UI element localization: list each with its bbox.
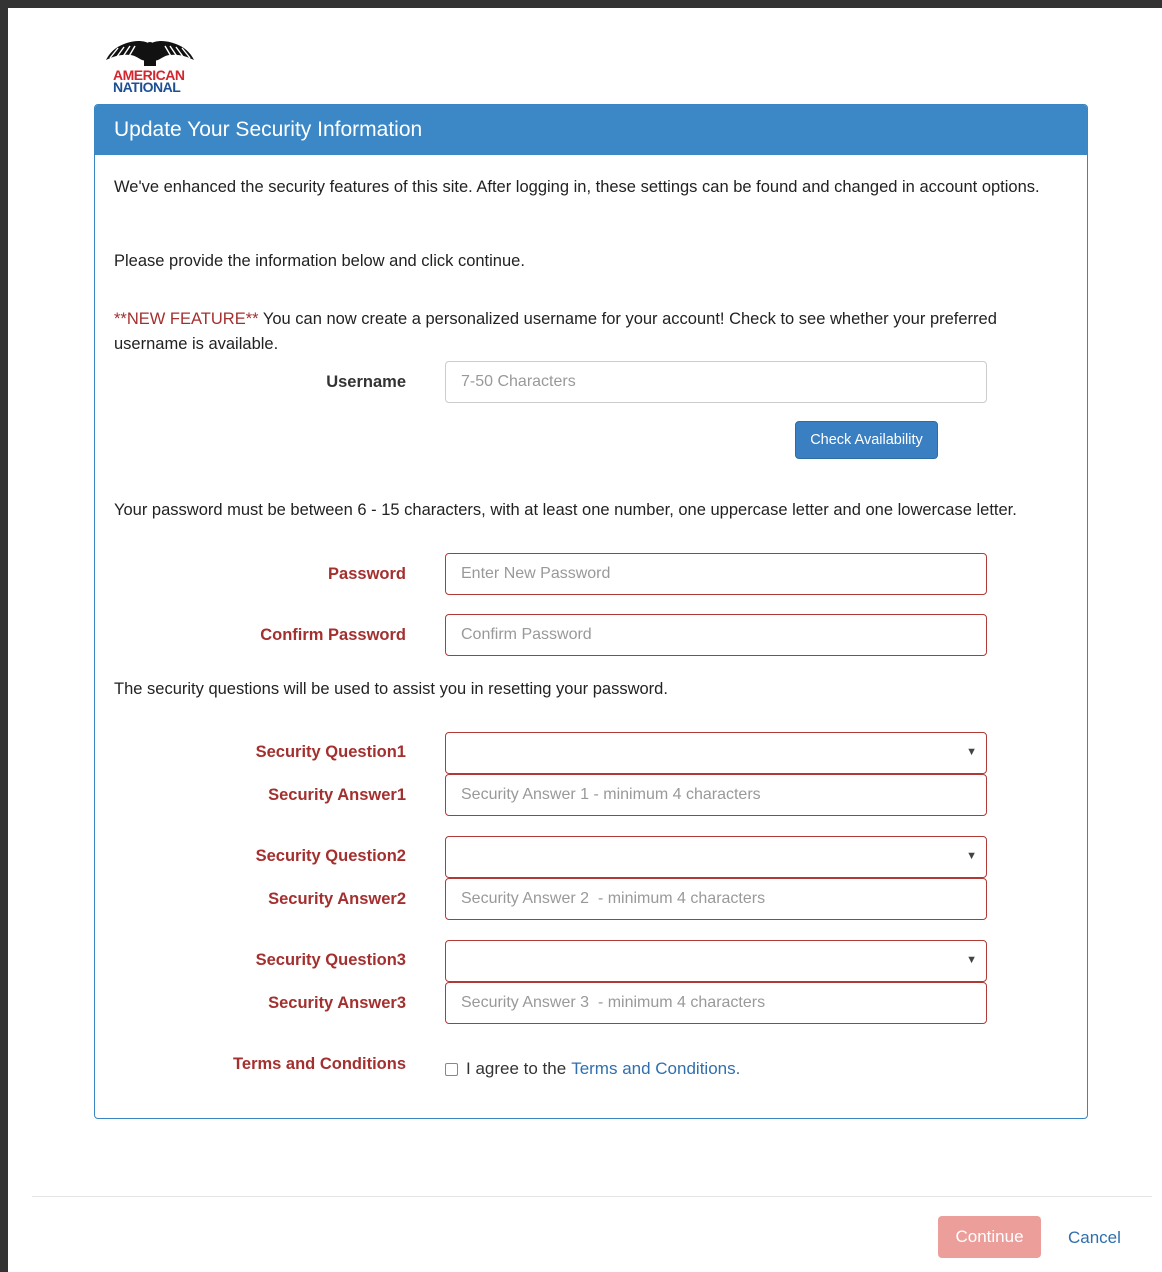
password-label: Password [328,565,406,583]
security-answer-1-label: Security Answer1 [268,786,406,804]
security-question-1-select[interactable]: ▼ [445,732,987,774]
panel-title: Update Your Security Information [95,105,1087,155]
new-feature-text: **NEW FEATURE** You can now create a per… [114,307,1064,357]
caret-down-icon: ▼ [966,954,977,966]
check-availability-button[interactable]: Check Availability [795,421,938,459]
username-input[interactable] [445,361,987,403]
window-frame-top [0,0,1162,8]
caret-down-icon: ▼ [966,850,977,862]
security-panel: Update Your Security Information We've e… [94,104,1088,1119]
eagle-icon [106,41,194,66]
security-answer-2-input[interactable] [445,878,987,920]
security-question-3-select[interactable]: ▼ [445,940,987,982]
continue-button[interactable]: Continue [938,1216,1041,1258]
terms-checkbox[interactable] [445,1062,458,1076]
confirm-password-label: Confirm Password [260,626,406,644]
new-feature-tag: **NEW FEATURE** [114,310,259,328]
terms-link[interactable]: Terms and Conditions. [571,1059,740,1079]
security-note-text: The security questions will be used to a… [114,680,668,698]
security-question-2-select[interactable]: ▼ [445,836,987,878]
terms-agree-text: I agree to the [466,1059,567,1078]
caret-down-icon: ▼ [966,746,977,758]
security-question-3-label: Security Question3 [255,951,406,969]
window-frame-left [0,0,8,1272]
confirm-password-input[interactable] [445,614,987,656]
security-answer-3-input[interactable] [445,982,987,1024]
security-answer-1-input[interactable] [445,774,987,816]
security-question-1-label: Security Question1 [255,743,406,761]
security-answer-2-label: Security Answer2 [268,890,406,908]
logo-line-2: NATIONAL [113,79,181,95]
intro-text: We've enhanced the security features of … [114,178,1040,196]
footer-divider [32,1196,1152,1197]
security-question-2-label: Security Question2 [255,847,406,865]
terms-agreement: I agree to the Terms and Conditions. [445,1059,740,1079]
cancel-link[interactable]: Cancel [1068,1228,1121,1248]
password-input[interactable] [445,553,987,595]
instruction-text: Please provide the information below and… [114,252,525,270]
terms-label: Terms and Conditions [233,1055,406,1073]
password-rules-text: Your password must be between 6 - 15 cha… [114,501,1017,519]
american-national-logo: AMERICAN NATIONAL [104,38,196,96]
username-label: Username [326,373,406,391]
security-answer-3-label: Security Answer3 [268,994,406,1012]
